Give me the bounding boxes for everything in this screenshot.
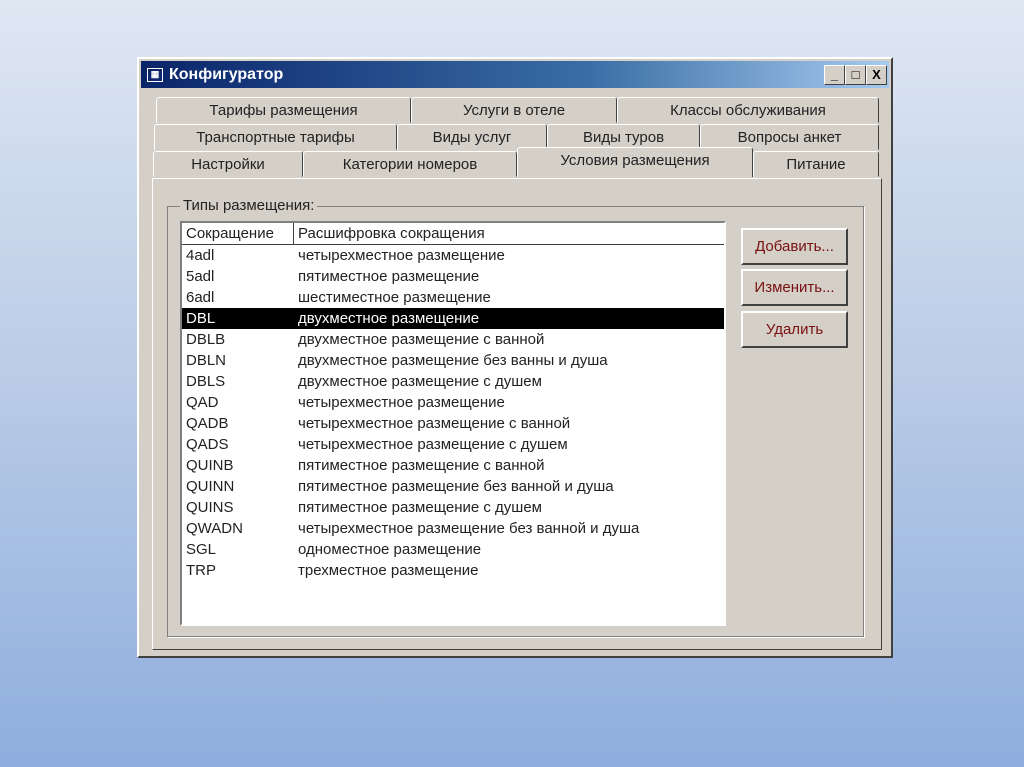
tab-transport-tariffs[interactable]: Транспортные тарифы	[154, 124, 397, 150]
description-cell: трехместное размещение	[298, 562, 479, 579]
list-item[interactable]: QUINN пятиместное размещение без ванной и…	[182, 476, 724, 497]
description-cell: четырехместное размещение	[298, 247, 505, 264]
description-cell: одноместное размещение	[298, 541, 482, 558]
abbreviation-cell: QAD	[186, 394, 219, 411]
description-cell: четырехместное размещение с душем	[298, 436, 568, 453]
app-icon: ▦	[147, 67, 163, 82]
list-item[interactable]: QUINS пятиместное размещение с душем	[182, 497, 724, 518]
tab-room-categories[interactable]: Категории номеров	[303, 151, 517, 177]
description-cell: пятиместное размещение	[298, 268, 480, 285]
description-cell: четырехместное размещение	[298, 394, 505, 411]
description-cell: двухместное размещение с ванной	[298, 331, 545, 348]
abbreviation-cell: 6adl	[186, 289, 215, 306]
description-cell: двухместное размещение без ванны и душа	[298, 352, 608, 369]
tab-panel: Типы размещения: Сокращение Расшифровка …	[152, 178, 882, 650]
column-header-description[interactable]: Расшифровка сокращения	[294, 223, 485, 244]
accommodation-types-list[interactable]: Сокращение Расшифровка сокращения 4adl че…	[180, 221, 726, 626]
abbreviation-cell: QADS	[186, 436, 229, 453]
list-item[interactable]: DBLN двухместное размещение без ванны и д…	[182, 350, 724, 371]
list-item[interactable]: QADB четырехместное размещение с ванной	[182, 413, 724, 434]
tab-tariffs-accommodation[interactable]: Тарифы размещения	[156, 97, 411, 123]
list-item[interactable]: 6adl шестиместное размещение	[182, 287, 724, 308]
description-cell: пятиместное размещение без ванной и душа	[298, 478, 614, 495]
list-item[interactable]: QADS четырехместное размещение с душем	[182, 434, 724, 455]
add-button[interactable]: Добавить...	[741, 228, 848, 265]
abbreviation-cell: QWADN	[186, 520, 243, 537]
abbreviation-cell: QUINS	[186, 499, 234, 516]
abbreviation-cell: 5adl	[186, 268, 215, 285]
description-cell: двухместное размещение с душем	[298, 373, 542, 390]
description-cell: пятиместное размещение с душем	[298, 499, 542, 516]
description-cell: двухместное размещение	[298, 310, 480, 327]
maximize-button[interactable]: □	[845, 65, 866, 85]
abbreviation-cell: SGL	[186, 541, 217, 558]
tab-settings[interactable]: Настройки	[153, 151, 303, 177]
edit-button[interactable]: Изменить...	[741, 269, 848, 306]
delete-button[interactable]: Удалить	[741, 311, 848, 348]
list-item[interactable]: QWADN четырехместное размещение без ванно…	[182, 518, 724, 539]
abbreviation-cell: QADB	[186, 415, 229, 432]
window-title: Конфигуратор	[169, 65, 284, 83]
description-cell: шестиместное размещение	[298, 289, 491, 306]
list-item[interactable]: 5adl пятиместное размещение	[182, 266, 724, 287]
tab-meals[interactable]: Питание	[753, 151, 879, 177]
configurator-window: ▦ Конфигуратор _ □ X Тарифы размещения У…	[137, 57, 893, 658]
abbreviation-cell: QUINB	[186, 457, 234, 474]
description-cell: четырехместное размещение с ванной	[298, 415, 571, 432]
description-cell: четырехместное размещение без ванной и д…	[298, 520, 640, 537]
tab-service-classes[interactable]: Классы обслуживания	[617, 97, 879, 123]
title-bar: ▦ Конфигуратор _ □ X	[141, 61, 889, 88]
list-item[interactable]: DBLB двухместное размещение с ванной	[182, 329, 724, 350]
abbreviation-cell: DBL	[186, 310, 216, 327]
list-item[interactable]: 4adl четырехместное размещение	[182, 245, 724, 266]
list-item[interactable]: DBLS двухместное размещение с душем	[182, 371, 724, 392]
abbreviation-cell: DBLS	[186, 373, 226, 390]
close-button[interactable]: X	[866, 65, 887, 85]
group-label: Типы размещения:	[180, 197, 318, 214]
accommodation-types-group: Типы размещения: Сокращение Расшифровка …	[167, 197, 864, 637]
abbreviation-cell: QUINN	[186, 478, 235, 495]
abbreviation-cell: 4adl	[186, 247, 215, 264]
list-item[interactable]: DBL двухместное размещение	[182, 308, 724, 329]
abbreviation-cell: DBLN	[186, 352, 227, 369]
abbreviation-cell: DBLB	[186, 331, 226, 348]
description-cell: пятиместное размещение с ванной	[298, 457, 545, 474]
tab-hotel-services[interactable]: Услуги в отеле	[411, 97, 617, 123]
list-item[interactable]: SGL одноместное размещение	[182, 539, 724, 560]
abbreviation-cell: TRP	[186, 562, 216, 579]
list-item[interactable]: TRP трехместное размещение	[182, 560, 724, 581]
column-header-abbreviation[interactable]: Сокращение	[182, 223, 294, 244]
tab-accommodation-conditions[interactable]: Условия размещения	[517, 147, 753, 177]
list-item[interactable]: QUINB пятиместное размещение с ванной	[182, 455, 724, 476]
list-header: Сокращение Расшифровка сокращения	[182, 223, 724, 245]
list-item[interactable]: QAD четырехместное размещение	[182, 392, 724, 413]
minimize-button[interactable]: _	[824, 65, 845, 85]
